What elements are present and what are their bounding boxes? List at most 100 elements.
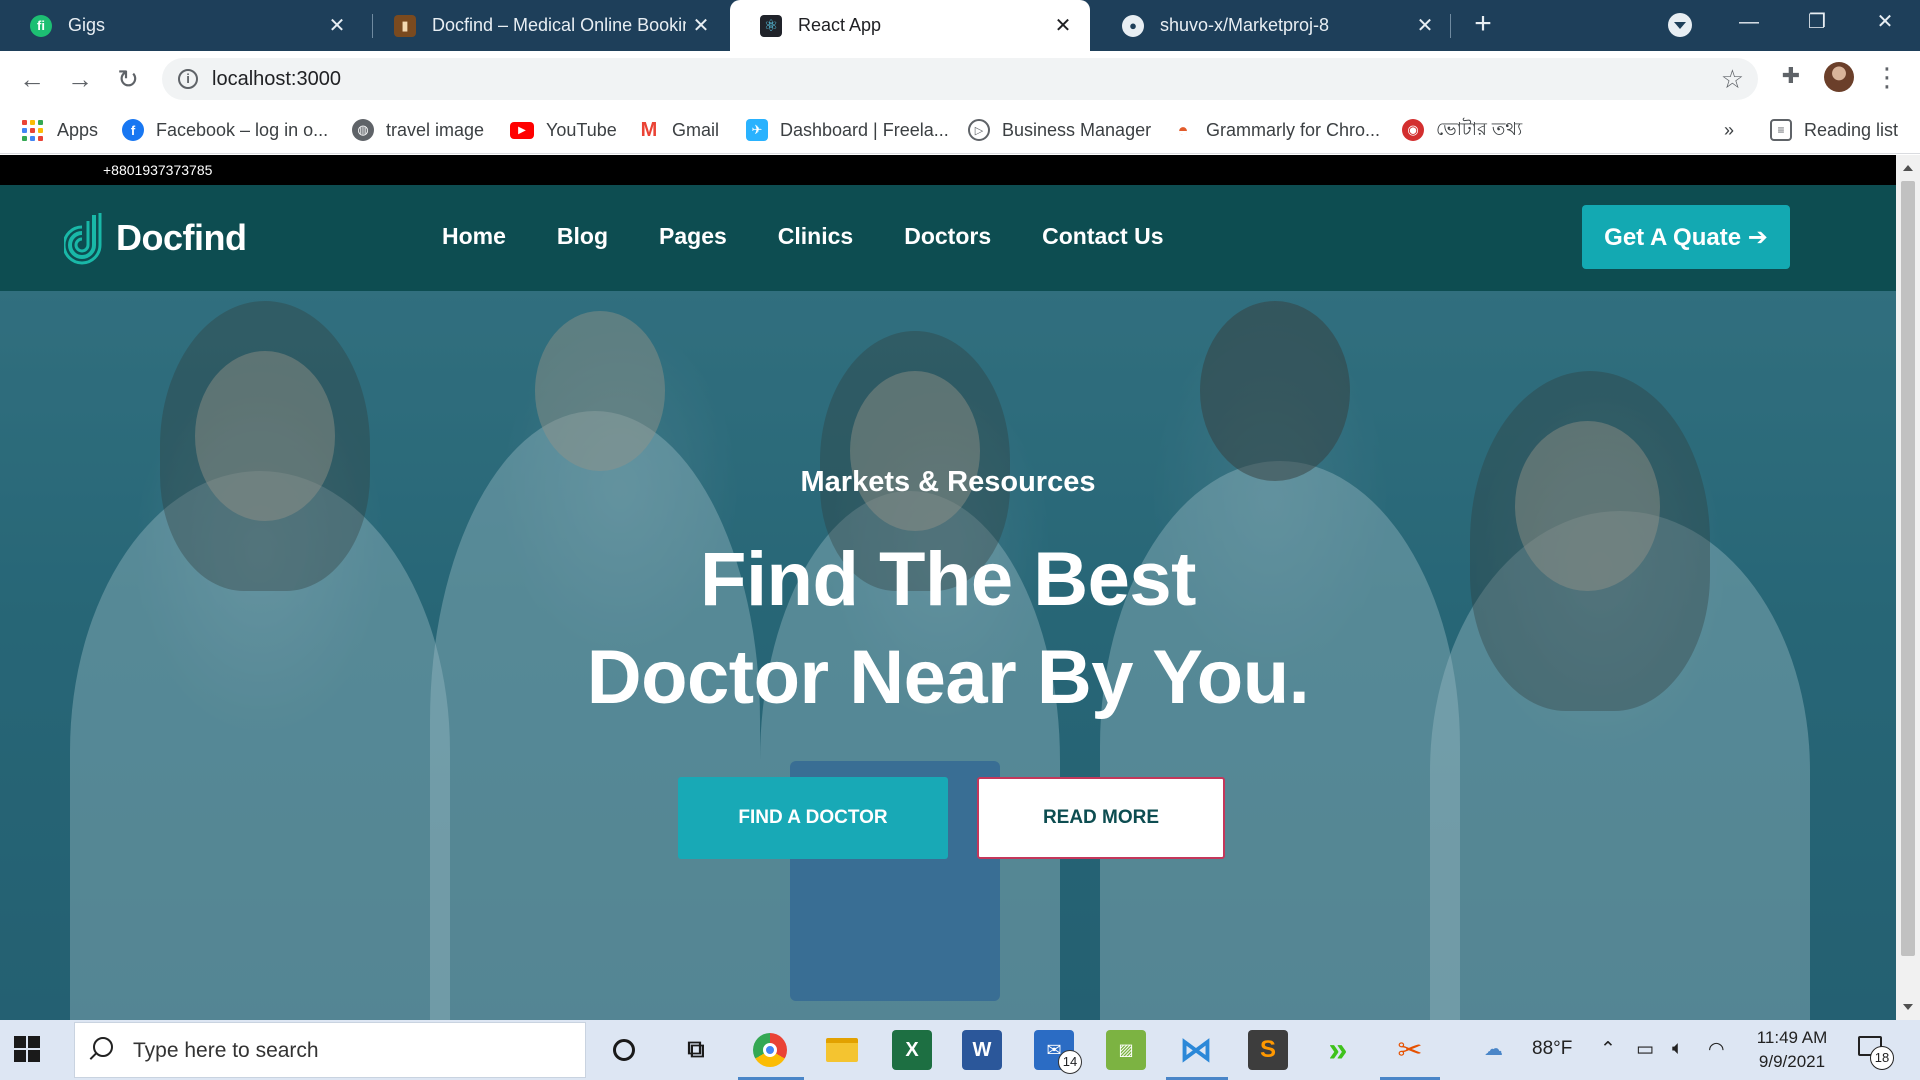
new-tab-button[interactable]: + <box>1466 8 1500 42</box>
bookmark-youtube[interactable]: ▶ YouTube <box>510 116 617 144</box>
taskbar-search-placeholder: Type here to search <box>133 1039 319 1062</box>
bookmark-label: Business Manager <box>1002 119 1152 140</box>
bookmark-label: Facebook – log in o... <box>156 119 329 140</box>
scrollbar-thumb[interactable] <box>1901 181 1915 956</box>
browser-toolbar: ← → ↻ i localhost:3000 ☆ <box>0 51 1920 106</box>
bookmark-star-icon[interactable]: ☆ <box>1721 64 1744 95</box>
tab-label: Gigs <box>68 15 106 35</box>
bookmark-label: travel image <box>386 119 485 140</box>
windows-start-icon[interactable] <box>14 1036 42 1064</box>
brand-name: Docfind <box>116 217 247 258</box>
globe-icon: ◍ <box>352 119 374 141</box>
docfind-logo-icon <box>64 213 102 265</box>
clock-time: 11:49 AM <box>1756 1028 1828 1047</box>
tab-search-icon[interactable] <box>1668 13 1692 37</box>
nav-blog[interactable]: Blog <box>557 223 608 250</box>
search-icon <box>93 1037 113 1057</box>
file-explorer-icon[interactable] <box>822 1030 862 1070</box>
excel-icon[interactable]: X <box>892 1030 932 1070</box>
site-info-icon[interactable]: i <box>178 69 198 89</box>
gmail-icon: M <box>640 118 658 141</box>
hero-subtitle: Markets & Resources <box>800 466 1096 498</box>
close-window-icon[interactable]: ✕ <box>1850 0 1920 44</box>
page-viewport: +8801937373785 Docfind Home Blog Pages C… <box>0 155 1896 1020</box>
close-tab-icon[interactable]: ✕ <box>1410 13 1440 38</box>
tab-github[interactable]: ● shuvo-x/Marketproj-8 ✕ <box>1092 0 1452 51</box>
hero-title-line-1: Find The Best <box>700 537 1196 622</box>
task-view-icon[interactable]: ⧉ <box>676 1030 716 1070</box>
bookmark-gmail[interactable]: M Gmail <box>638 116 719 144</box>
system-clock[interactable]: 11:49 AM 9/9/2021 <box>1740 1026 1844 1074</box>
close-tab-icon[interactable]: ✕ <box>1048 13 1078 38</box>
close-tab-icon[interactable]: ✕ <box>686 13 716 38</box>
tab-docfind[interactable]: ▮ Docfind – Medical Online Booking ✕ <box>364 0 728 51</box>
windows-taskbar: Type here to search ⧉ X W ✉ 14 ▨ ⋈ S » ✂… <box>0 1020 1920 1080</box>
volume-icon[interactable]: 🔈︎ <box>1672 1038 1683 1060</box>
scroll-up-arrow-icon[interactable] <box>1903 165 1913 171</box>
facebook-icon: f <box>122 119 144 141</box>
bookmarks-overflow-chevron[interactable]: » <box>1724 116 1734 144</box>
bookmark-label: Apps <box>57 119 99 140</box>
chrome-taskbar-icon[interactable] <box>750 1030 790 1070</box>
page-scrollbar[interactable] <box>1896 155 1920 1020</box>
sublime-text-icon[interactable]: S <box>1248 1030 1288 1070</box>
wifi-icon[interactable]: ◠ <box>1708 1038 1725 1061</box>
url-text[interactable]: localhost:3000 <box>212 68 341 91</box>
github-icon: ● <box>1122 14 1144 37</box>
extensions-puzzle-icon[interactable]: ✚ <box>1778 63 1804 89</box>
hero-section: Markets & Resources Find The Best Doctor… <box>0 291 1896 1020</box>
cortana-icon[interactable] <box>604 1030 644 1070</box>
bookmark-travel-image[interactable]: ◍ travel image <box>352 116 484 144</box>
election-commission-icon: ◉ <box>1402 119 1424 141</box>
close-tab-icon[interactable]: ✕ <box>322 13 352 38</box>
forward-arrow-icon[interactable]: → <box>64 63 96 95</box>
nav-doctors[interactable]: Doctors <box>904 223 991 250</box>
contact-topbar: +8801937373785 <box>0 155 1896 185</box>
reload-icon[interactable]: ↻ <box>112 63 144 95</box>
weather-cloud-icon[interactable]: ☁ <box>1484 1038 1503 1061</box>
apps-grid-icon <box>22 119 43 141</box>
business-manager-icon: ▷ <box>968 119 990 141</box>
reading-list[interactable]: ≡ Reading list <box>1770 116 1898 144</box>
minimize-icon[interactable]: — <box>1714 0 1784 44</box>
bookmark-business-manager[interactable]: ▷ Business Manager <box>968 116 1151 144</box>
find-a-doctor-button[interactable]: FIND A DOCTOR <box>678 777 948 859</box>
read-more-button[interactable]: READ MORE <box>977 777 1225 859</box>
tab-react-app[interactable]: ⚛ React App ✕ <box>730 0 1090 51</box>
vscode-icon[interactable]: ⋈ <box>1176 1030 1216 1070</box>
tab-label: Docfind – Medical Online Booking <box>432 15 686 35</box>
back-arrow-icon[interactable]: ← <box>16 63 48 95</box>
bookmark-voter-info[interactable]: ◉ ভোটার তথ্য <box>1402 116 1522 144</box>
action-center-button[interactable]: 18 <box>1858 1034 1894 1070</box>
nav-contact-us[interactable]: Contact Us <box>1042 223 1163 250</box>
nav-clinics[interactable]: Clinics <box>778 223 853 250</box>
weather-temperature[interactable]: 88°F <box>1532 1038 1572 1060</box>
hero-title-line-2: Doctor Near By You. <box>586 635 1310 720</box>
photo-app-icon[interactable]: ▨ <box>1106 1030 1146 1070</box>
word-icon[interactable]: W <box>962 1030 1002 1070</box>
reading-list-icon: ≡ <box>1770 119 1792 141</box>
bookmark-freelancer[interactable]: ✈ Dashboard | Freela... <box>746 116 949 144</box>
battery-icon[interactable]: ▭ <box>1636 1038 1654 1061</box>
taskbar-search-box[interactable]: Type here to search <box>74 1022 586 1078</box>
bookmark-grammarly[interactable]: ◓ Grammarly for Chro... <box>1172 116 1380 144</box>
show-hidden-icons-chevron-icon[interactable]: ⌃ <box>1600 1038 1616 1061</box>
nav-pages[interactable]: Pages <box>659 223 727 250</box>
bookmark-facebook[interactable]: f Facebook – log in o... <box>122 116 328 144</box>
get-a-quote-button[interactable]: Get A Quate ➔ <box>1582 205 1790 269</box>
reading-list-label: Reading list <box>1804 119 1899 140</box>
address-bar[interactable]: i localhost:3000 ☆ <box>162 58 1758 100</box>
docfind-logo[interactable]: Docfind <box>64 211 247 265</box>
snipping-tool-icon[interactable]: ✂ <box>1390 1030 1430 1070</box>
bookmark-apps[interactable]: Apps <box>22 116 98 144</box>
chrome-menu-icon[interactable]: ⋮ <box>1874 60 1900 94</box>
grammarly-icon: ◓ <box>1177 119 1189 140</box>
site-navbar: Docfind Home Blog Pages Clinics Doctors … <box>0 185 1896 291</box>
restore-icon[interactable]: ❐ <box>1782 0 1852 44</box>
fastlane-icon[interactable]: » <box>1318 1030 1358 1070</box>
fiverr-icon: fi <box>30 14 52 37</box>
nav-home[interactable]: Home <box>442 223 506 250</box>
profile-avatar[interactable] <box>1824 62 1854 92</box>
scroll-down-arrow-icon[interactable] <box>1903 1004 1913 1010</box>
tab-gigs[interactable]: fi Gigs ✕ <box>0 0 364 51</box>
